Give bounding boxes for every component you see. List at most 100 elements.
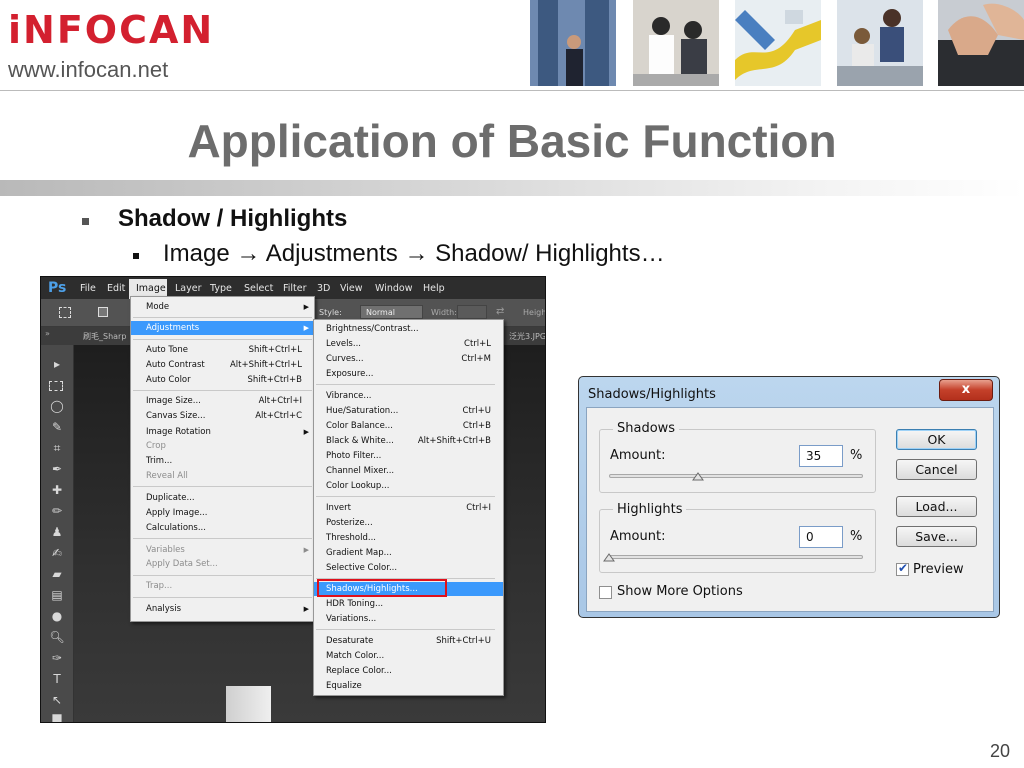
eraser-tool-icon[interactable]: ▰ [49,567,65,581]
ps-menu-select[interactable]: Select [244,283,273,294]
adj-item-curves[interactable]: Curves... Ctrl+M [314,352,503,366]
adj-item-black-white[interactable]: Black & White... Alt+Shift+Ctrl+B [314,434,503,448]
menu-item-calculations[interactable]: Calculations... [131,521,314,535]
close-button[interactable]: x [939,379,993,401]
menu-item-adjustments[interactable]: Adjustments ▶ [131,321,314,335]
preview-label[interactable]: Preview [913,562,964,577]
adj-item-equalize[interactable]: Equalize [314,679,503,693]
style-select[interactable]: Normal [360,305,423,319]
menu-item-image-size[interactable]: Image Size... Alt+Ctrl+I [131,394,314,408]
adj-item-desaturate[interactable]: Desaturate Shift+Ctrl+U [314,634,503,648]
slide: iNFOCAN www.infocan.net Application of B… [0,0,1024,768]
cancel-button[interactable]: Cancel [896,459,977,480]
menu-item-reveal-all[interactable]: Reveal All [131,469,314,483]
adj-item-photo-filter[interactable]: Photo Filter... [314,449,503,463]
adj-item-channel-mixer[interactable]: Channel Mixer... [314,464,503,478]
new-selection-icon[interactable] [98,307,108,317]
menu-item-canvas-size[interactable]: Canvas Size... Alt+Ctrl+C [131,409,314,423]
history-brush-icon[interactable]: ✍ [49,546,65,560]
move-tool-icon[interactable]: ▸ [49,357,65,371]
menu-item-image-rotation[interactable]: Image Rotation ▶ [131,425,314,439]
header-photo-meeting [633,0,719,86]
show-more-options-label[interactable]: Show More Options [617,584,743,599]
menu-separator [133,597,312,598]
adj-item-match-color[interactable]: Match Color... [314,649,503,663]
menu-item-duplicate[interactable]: Duplicate... [131,491,314,505]
adj-item-hdr-toning[interactable]: HDR Toning... [314,597,503,611]
menu-item-label: Curves... [326,354,364,364]
menu-item-auto-tone[interactable]: Auto Tone Shift+Ctrl+L [131,343,314,357]
height-label: Heigh [523,308,546,317]
menu-item-auto-color[interactable]: Auto Color Shift+Ctrl+B [131,373,314,387]
adj-item-posterize[interactable]: Posterize... [314,516,503,530]
preview-checkbox[interactable]: ✔ [896,561,909,576]
blur-tool-icon[interactable]: ● [49,609,65,623]
ps-menu-type[interactable]: Type [210,283,232,294]
menu-item-label: Crop [146,441,166,451]
stamp-tool-icon[interactable]: ♟ [49,525,65,539]
healing-brush-icon[interactable]: ✚ [49,483,65,497]
adj-item-levels[interactable]: Levels... Ctrl+L [314,337,503,351]
adj-item-invert[interactable]: Invert Ctrl+I [314,501,503,515]
ok-button[interactable]: OK [896,429,977,450]
doc-tab-right[interactable]: 泛光3.JPG [509,331,545,342]
doc-tab-left[interactable]: 刷毛_Sharp [83,331,126,342]
adj-item-vibrance[interactable]: Vibrance... [314,389,503,403]
menu-item-apply-image[interactable]: Apply Image... [131,506,314,520]
menu-item-auto-contrast[interactable]: Auto Contrast Alt+Shift+Ctrl+L [131,358,314,372]
adj-item-exposure[interactable]: Exposure... [314,367,503,381]
adj-item-threshold[interactable]: Threshold... [314,531,503,545]
adj-item-brightness-contrast[interactable]: Brightness/Contrast... [314,322,503,336]
brush-tool-icon[interactable]: ✏ [49,504,65,518]
menu-item-trim[interactable]: Trim... [131,454,314,468]
menu-item-crop[interactable]: Crop [131,439,314,453]
ps-menu-view[interactable]: View [340,283,363,294]
dodge-tool-icon[interactable]: 🔍︎ [49,630,65,644]
ps-menu-image[interactable]: Image [136,283,166,294]
shadows-amount-input[interactable]: 35 [799,445,843,467]
quick-select-icon[interactable]: ✎ [49,420,65,434]
menu-item-apply-data-set[interactable]: Apply Data Set... [131,557,314,571]
type-tool-icon[interactable]: T [49,672,65,686]
ps-menu-file[interactable]: File [80,283,96,294]
show-more-options-checkbox[interactable] [599,586,612,599]
ps-menu-help[interactable]: Help [423,283,445,294]
lasso-tool-icon[interactable]: ◯ [49,399,65,413]
panel-collapse-icon[interactable]: » [45,329,50,338]
highlights-slider-track[interactable] [609,555,863,559]
adj-item-selective-color[interactable]: Selective Color... [314,561,503,575]
ps-menu-window[interactable]: Window [375,283,412,294]
ps-menu-layer[interactable]: Layer [175,283,202,294]
save-button[interactable]: Save... [896,526,977,547]
eyedropper-icon[interactable]: ✒ [49,462,65,476]
menu-separator [133,486,312,487]
adj-item-gradient-map[interactable]: Gradient Map... [314,546,503,560]
shadows-slider-thumb[interactable] [691,471,704,481]
menu-item-trap[interactable]: Trap... [131,579,314,593]
load-button[interactable]: Load... [896,496,977,517]
menu-item-mode[interactable]: Mode ▶ [131,300,314,314]
highlights-slider-thumb[interactable] [603,552,615,562]
menu-item-variables[interactable]: Variables ▶ [131,543,314,557]
shadows-slider-track[interactable] [609,474,863,478]
adj-item-color-balance[interactable]: Color Balance... Ctrl+B [314,419,503,433]
adj-item-hue-saturation[interactable]: Hue/Saturation... Ctrl+U [314,404,503,418]
swap-icon[interactable]: ⇄ [496,306,504,317]
adj-item-variations[interactable]: Variations... [314,612,503,626]
adj-item-color-lookup[interactable]: Color Lookup... [314,479,503,493]
shape-tool-icon[interactable]: ■ [49,711,65,722]
menu-item-analysis[interactable]: Analysis ▶ [131,602,314,616]
pen-tool-icon[interactable]: ✑ [49,651,65,665]
ps-menu-filter[interactable]: Filter [283,283,307,294]
crop-tool-icon[interactable]: ⌗ [49,441,65,455]
adj-item-replace-color[interactable]: Replace Color... [314,664,503,678]
gradient-tool-icon[interactable]: ▤ [49,588,65,602]
highlights-amount-input[interactable]: 0 [799,526,843,548]
menu-item-label: Channel Mixer... [326,466,395,476]
marquee-tool-icon[interactable] [49,381,63,391]
ps-menu-edit[interactable]: Edit [107,283,125,294]
path-select-icon[interactable]: ↖ [49,693,65,707]
ps-menu-3d[interactable]: 3D [317,283,330,294]
width-field[interactable] [457,305,487,319]
marquee-icon[interactable] [59,307,71,318]
